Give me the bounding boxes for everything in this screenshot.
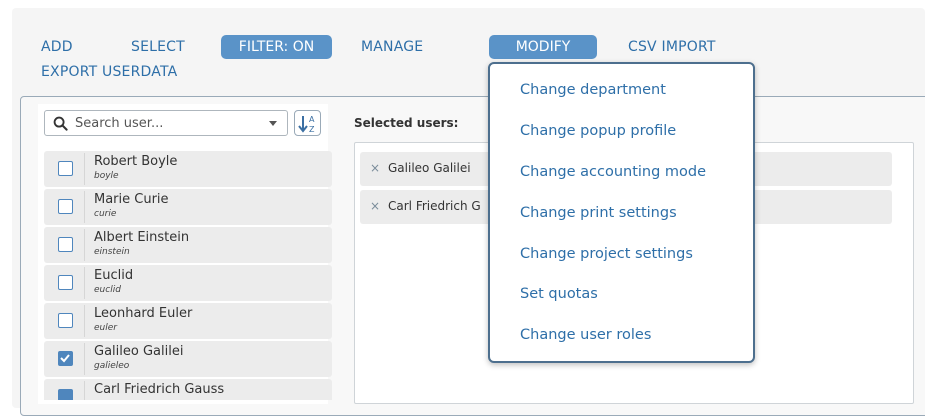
user-login: euler [94, 323, 117, 333]
modify-button[interactable]: MODIFY [489, 35, 597, 59]
user-checkbox[interactable] [58, 313, 73, 328]
checkmark-icon [60, 354, 70, 363]
search-placeholder: Search user... [75, 116, 164, 131]
menu-item-change-print-settings[interactable]: Change print settings [520, 205, 677, 221]
sort-az-button[interactable]: A Z [294, 110, 321, 136]
chevron-down-icon[interactable] [269, 121, 277, 126]
remove-icon[interactable]: × [370, 199, 380, 213]
user-login: einstein [94, 247, 130, 257]
user-checkbox[interactable] [58, 161, 73, 176]
add-button[interactable]: ADD [41, 38, 73, 56]
user-name: Galileo Galilei [94, 344, 184, 359]
sort-alpha-icon: A Z [298, 115, 315, 134]
user-list-item[interactable]: Leonhard Euler euler [44, 303, 332, 339]
selected-users-title: Selected users: [354, 116, 459, 130]
user-name: Robert Boyle [94, 154, 178, 169]
search-input[interactable]: Search user... [44, 110, 288, 136]
user-checkbox[interactable] [58, 199, 73, 214]
user-name: Carl Friedrich Gauss [94, 382, 225, 397]
user-list-item[interactable]: Galileo Galilei galieleo [44, 341, 332, 377]
menu-item-set-quotas[interactable]: Set quotas [520, 286, 598, 302]
row-divider [84, 305, 85, 337]
user-login: boyle [94, 171, 119, 181]
filter-toggle-button[interactable]: FILTER: ON [221, 35, 332, 59]
search-icon [53, 116, 68, 131]
chip-label: Carl Friedrich G [388, 199, 481, 213]
svg-text:A: A [309, 115, 315, 124]
row-divider [84, 153, 85, 185]
user-list-item[interactable]: Marie Curie curie [44, 189, 332, 225]
select-button[interactable]: SELECT [131, 38, 185, 56]
user-name: Euclid [94, 268, 134, 283]
menu-item-change-department[interactable]: Change department [520, 82, 666, 98]
user-list-item[interactable]: Euclid euclid [44, 265, 332, 301]
row-divider [84, 191, 85, 223]
row-divider [84, 343, 85, 375]
user-login: euclid [94, 285, 121, 295]
user-name: Albert Einstein [94, 230, 190, 245]
row-divider [84, 229, 85, 261]
menu-item-change-user-roles[interactable]: Change user roles [520, 327, 651, 343]
user-checkbox[interactable] [58, 237, 73, 252]
manage-button[interactable]: MANAGE [361, 38, 423, 56]
user-name: Marie Curie [94, 192, 169, 207]
user-login: galieleo [94, 361, 130, 371]
menu-item-change-accounting-mode[interactable]: Change accounting mode [520, 164, 706, 180]
user-checkbox-checked[interactable] [58, 389, 73, 400]
svg-text:Z: Z [309, 125, 315, 134]
user-name: Leonhard Euler [94, 306, 193, 321]
user-login: curie [94, 209, 117, 219]
user-checkbox-checked[interactable] [58, 351, 73, 366]
user-list-item[interactable]: Robert Boyle boyle [44, 151, 332, 187]
row-divider [84, 381, 85, 400]
chip-label: Galileo Galilei [388, 161, 471, 175]
csv-import-button[interactable]: CSV IMPORT [628, 38, 716, 56]
remove-icon[interactable]: × [370, 161, 380, 175]
user-list-item[interactable]: Carl Friedrich Gauss [44, 379, 332, 400]
row-divider [84, 267, 85, 299]
modify-dropdown-menu: Change department Change popup profile C… [488, 62, 755, 363]
user-list-item[interactable]: Albert Einstein einstein [44, 227, 332, 263]
user-checkbox[interactable] [58, 275, 73, 290]
export-userdata-button[interactable]: EXPORT USERDATA [41, 63, 177, 81]
menu-item-change-project-settings[interactable]: Change project settings [520, 246, 693, 262]
menu-item-change-popup-profile[interactable]: Change popup profile [520, 123, 676, 139]
